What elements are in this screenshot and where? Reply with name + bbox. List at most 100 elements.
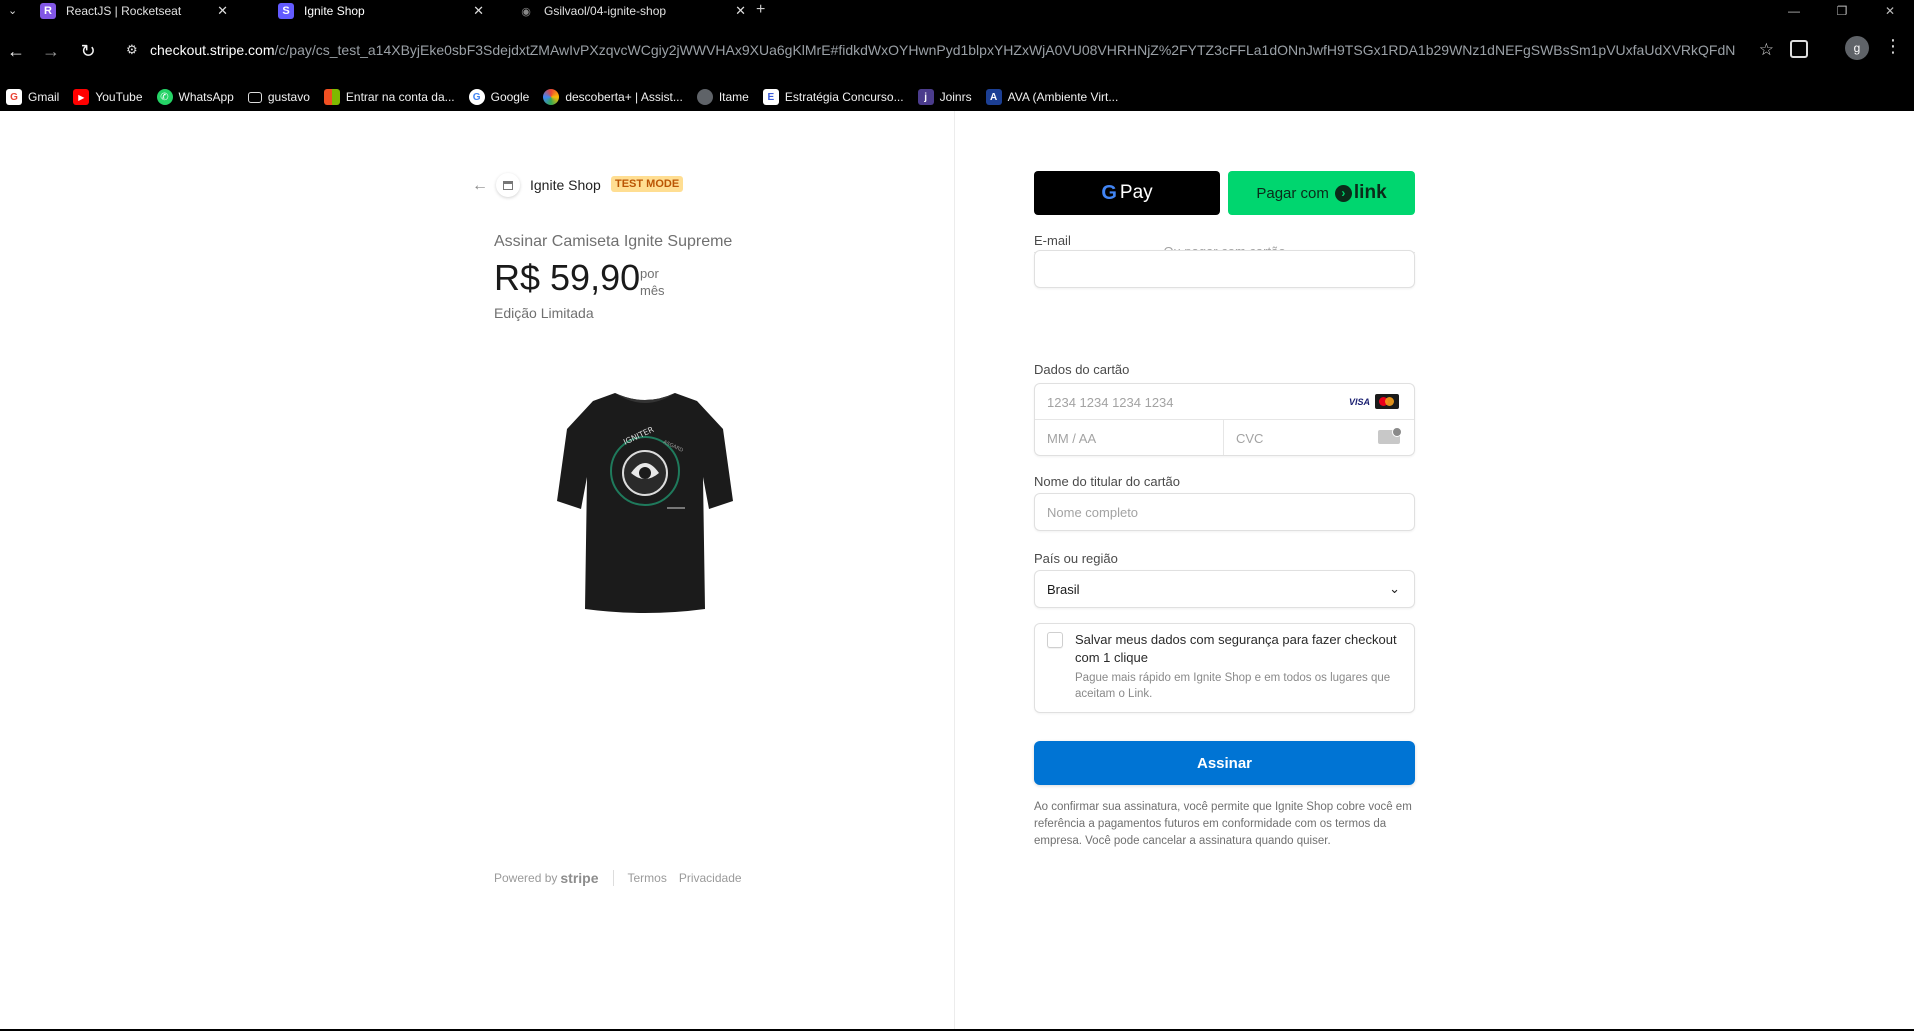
bookmark-ava[interactable]: A AVA (Ambiente Virt...	[985, 89, 1119, 105]
back-arrow-icon[interactable]: ←	[5, 40, 27, 62]
footer-separator	[612, 870, 614, 886]
reload-icon[interactable]: ↻	[77, 40, 99, 62]
bookmark-label: descoberta+ | Assist...	[565, 90, 683, 104]
stripe-logo[interactable]: stripe	[560, 870, 598, 886]
bookmark-gmail[interactable]: G Gmail	[6, 89, 59, 105]
save-info-title[interactable]: Salvar meus dados com segurança para faz…	[1075, 631, 1405, 667]
forward-arrow-icon[interactable]: →	[40, 40, 62, 62]
card-details-label: Dados do cartão	[1034, 362, 1130, 377]
shop-logo-icon[interactable]	[496, 173, 520, 197]
bookmark-label: Entrar na conta da...	[345, 90, 455, 104]
billing-period-line2: mês	[640, 283, 665, 298]
microsoft-icon	[323, 89, 340, 105]
billing-period: por mês	[640, 265, 665, 299]
extensions-icon[interactable]	[1790, 40, 1808, 58]
chrome-icon	[543, 89, 560, 105]
google-pay-button[interactable]: G Pay	[1034, 171, 1220, 215]
email-field[interactable]	[1034, 250, 1415, 288]
back-arrow-icon[interactable]: ←	[472, 177, 488, 195]
expiry-input[interactable]: MM / AA	[1035, 420, 1224, 455]
new-tab-plus-icon[interactable]: +	[756, 1, 765, 19]
minimize-icon[interactable]: —	[1770, 0, 1818, 22]
bookmark-star-icon[interactable]: ☆	[1759, 40, 1774, 60]
profile-avatar[interactable]: g	[1845, 36, 1869, 60]
visa-icon: VISA	[1349, 397, 1371, 407]
browser-toolbar: ← → ↻ ⚙ checkout.stripe.com/c/pay/cs_tes…	[0, 22, 1914, 83]
bookmark-label: Itame	[718, 90, 749, 104]
bookmark-google[interactable]: G Google	[468, 89, 530, 105]
terms-link[interactable]: Termos	[628, 871, 667, 885]
checkout-page: ← Ignite Shop TEST MODE Assinar Camiseta…	[0, 111, 1914, 1031]
google-pay-label: Pay	[1119, 182, 1153, 203]
cvc-placeholder: CVC	[1236, 431, 1264, 446]
bookmark-label: WhatsApp	[178, 90, 234, 104]
url-host: checkout.stripe.com	[150, 42, 275, 58]
bookmark-whatsapp[interactable]: ✆ WhatsApp	[156, 89, 234, 105]
close-tab-icon[interactable]: ✕	[735, 3, 746, 19]
save-info-box: Salvar meus dados com segurança para faz…	[1034, 623, 1415, 713]
link-arrow-icon: ›	[1334, 184, 1352, 202]
bookmark-microsoft[interactable]: Entrar na conta da...	[323, 89, 455, 105]
billing-period-line1: por	[640, 266, 659, 281]
cardholder-name-placeholder: Nome completo	[1047, 505, 1139, 520]
bookmark-itame[interactable]: Itame	[696, 89, 749, 105]
close-tab-icon[interactable]: ✕	[217, 3, 228, 19]
bookmark-label: Google	[490, 90, 530, 104]
tab-github-repo[interactable]: ◉ Gsilvaol/04-ignite-shop ✕	[478, 0, 746, 22]
stripe-icon: S	[278, 3, 294, 19]
restore-icon[interactable]: ❐	[1818, 0, 1866, 22]
joinrs-icon: j	[917, 89, 934, 105]
google-icon: G	[468, 89, 485, 105]
bookmark-folder-gustavo[interactable]: gustavo	[247, 90, 310, 104]
email-label: E-mail	[1034, 233, 1071, 248]
site-info-icon[interactable]: ⚙	[126, 41, 144, 59]
privacy-link[interactable]: Privacidade	[679, 871, 742, 885]
bookmark-estrategia[interactable]: E Estratégia Concurso...	[762, 89, 904, 105]
chevron-down-icon: ⌄	[1389, 581, 1400, 596]
bookmark-label: AVA (Ambiente Virt...	[1007, 90, 1119, 104]
tab-reactjs[interactable]: R ReactJS | Rocketseat ✕	[0, 0, 238, 22]
save-info-checkbox[interactable]	[1047, 632, 1063, 648]
test-mode-badge: TEST MODE	[611, 176, 684, 192]
shop-name[interactable]: Ignite Shop	[530, 177, 601, 193]
cardholder-name-field[interactable]: Nome completo	[1034, 493, 1415, 531]
country-value: Brasil	[1047, 582, 1080, 597]
google-g-icon: G	[1101, 181, 1117, 204]
bookmark-descoberta[interactable]: descoberta+ | Assist...	[543, 89, 683, 105]
bookmark-label: gustavo	[267, 90, 310, 104]
url-text[interactable]: checkout.stripe.com/c/pay/cs_test_a14XBy…	[150, 42, 1735, 58]
whatsapp-icon: ✆	[156, 89, 173, 105]
address-bar[interactable]: ⚙ checkout.stripe.com/c/pay/cs_test_a14X…	[118, 34, 1778, 68]
card-details-group: 1234 1234 1234 1234 VISA MM / AA CVC	[1034, 383, 1415, 456]
globe-icon	[696, 89, 713, 105]
tab-title: Gsilvaol/04-ignite-shop	[544, 4, 667, 18]
country-select[interactable]: Brasil ⌄	[1034, 570, 1415, 608]
ava-icon: A	[985, 89, 1002, 105]
link-prefix-label: Pagar com	[1256, 184, 1329, 202]
expiry-placeholder: MM / AA	[1047, 431, 1097, 446]
bookmark-label: YouTube	[95, 90, 143, 104]
bookmark-youtube[interactable]: ▶ YouTube	[73, 89, 143, 105]
cvc-input[interactable]: CVC	[1224, 420, 1414, 455]
github-icon: ◉	[518, 3, 534, 19]
tab-title: ReactJS | Rocketseat	[66, 4, 182, 18]
tab-title: Ignite Shop	[304, 4, 365, 18]
card-number-placeholder: 1234 1234 1234 1234	[1047, 395, 1174, 410]
product-price: R$ 59,90	[494, 257, 641, 298]
browser-tab-bar: ⌄ R ReactJS | Rocketseat ✕ S Ignite Shop…	[0, 0, 1914, 22]
estrategia-icon: E	[762, 89, 779, 105]
subscription-disclaimer: Ao confirmar sua assinatura, você permit…	[1034, 801, 1412, 847]
card-number-input[interactable]: 1234 1234 1234 1234 VISA	[1035, 384, 1414, 420]
subscribe-button[interactable]: Assinar	[1034, 741, 1415, 785]
youtube-icon: ▶	[73, 89, 90, 105]
browser-menu-icon[interactable]: ⋮	[1884, 36, 1902, 57]
subscribe-button-label: Assinar	[1196, 754, 1253, 772]
cvc-card-icon	[1378, 427, 1402, 444]
tab-ignite-shop[interactable]: S Ignite Shop ✕	[238, 0, 484, 22]
bookmark-label: Estratégia Concurso...	[784, 90, 904, 104]
country-label: País ou região	[1034, 551, 1118, 566]
pay-with-link-button[interactable]: Pagar com › link	[1228, 171, 1415, 215]
bookmark-joinrs[interactable]: j Joinrs	[917, 89, 972, 105]
folder-icon	[247, 91, 262, 103]
close-window-icon[interactable]: ✕	[1866, 0, 1914, 22]
